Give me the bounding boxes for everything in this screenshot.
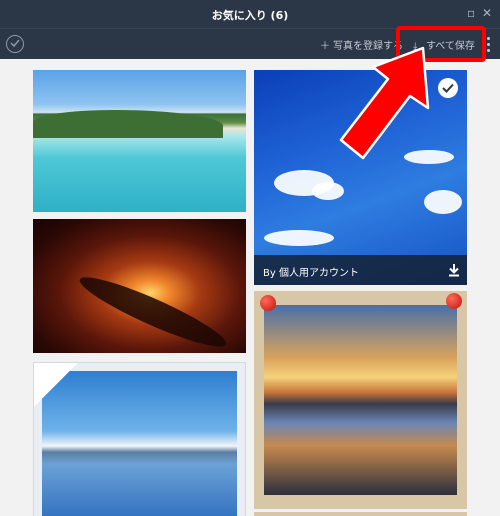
selected-check-icon[interactable] bbox=[438, 78, 458, 98]
caption-text: By 個人用アカウント bbox=[263, 268, 359, 279]
window-title: お気に入り (6) bbox=[211, 9, 289, 22]
title-bar: お気に入り (6) ▫ ✕ bbox=[0, 0, 500, 28]
maximize-icon[interactable]: ▫ bbox=[467, 7, 475, 19]
photo-nebula[interactable] bbox=[33, 219, 246, 353]
photo-caption: By 個人用アカウント bbox=[254, 255, 467, 285]
close-icon[interactable]: ✕ bbox=[482, 7, 492, 19]
photo-sunset-pinned[interactable] bbox=[254, 291, 467, 509]
annotation-arrow bbox=[339, 46, 430, 160]
pushpin-icon bbox=[446, 293, 462, 309]
download-icon[interactable] bbox=[448, 263, 460, 277]
select-all-checkbox[interactable] bbox=[6, 35, 24, 53]
page-curl bbox=[34, 363, 78, 407]
photo-partial[interactable] bbox=[254, 512, 467, 516]
pushpin-icon bbox=[260, 295, 276, 311]
more-menu-icon[interactable] bbox=[487, 37, 491, 55]
photo-lake-mountains[interactable] bbox=[33, 362, 246, 516]
checkmark-icon bbox=[10, 39, 20, 47]
photo-beach[interactable] bbox=[33, 70, 246, 212]
plus-icon: ＋ bbox=[320, 41, 330, 52]
